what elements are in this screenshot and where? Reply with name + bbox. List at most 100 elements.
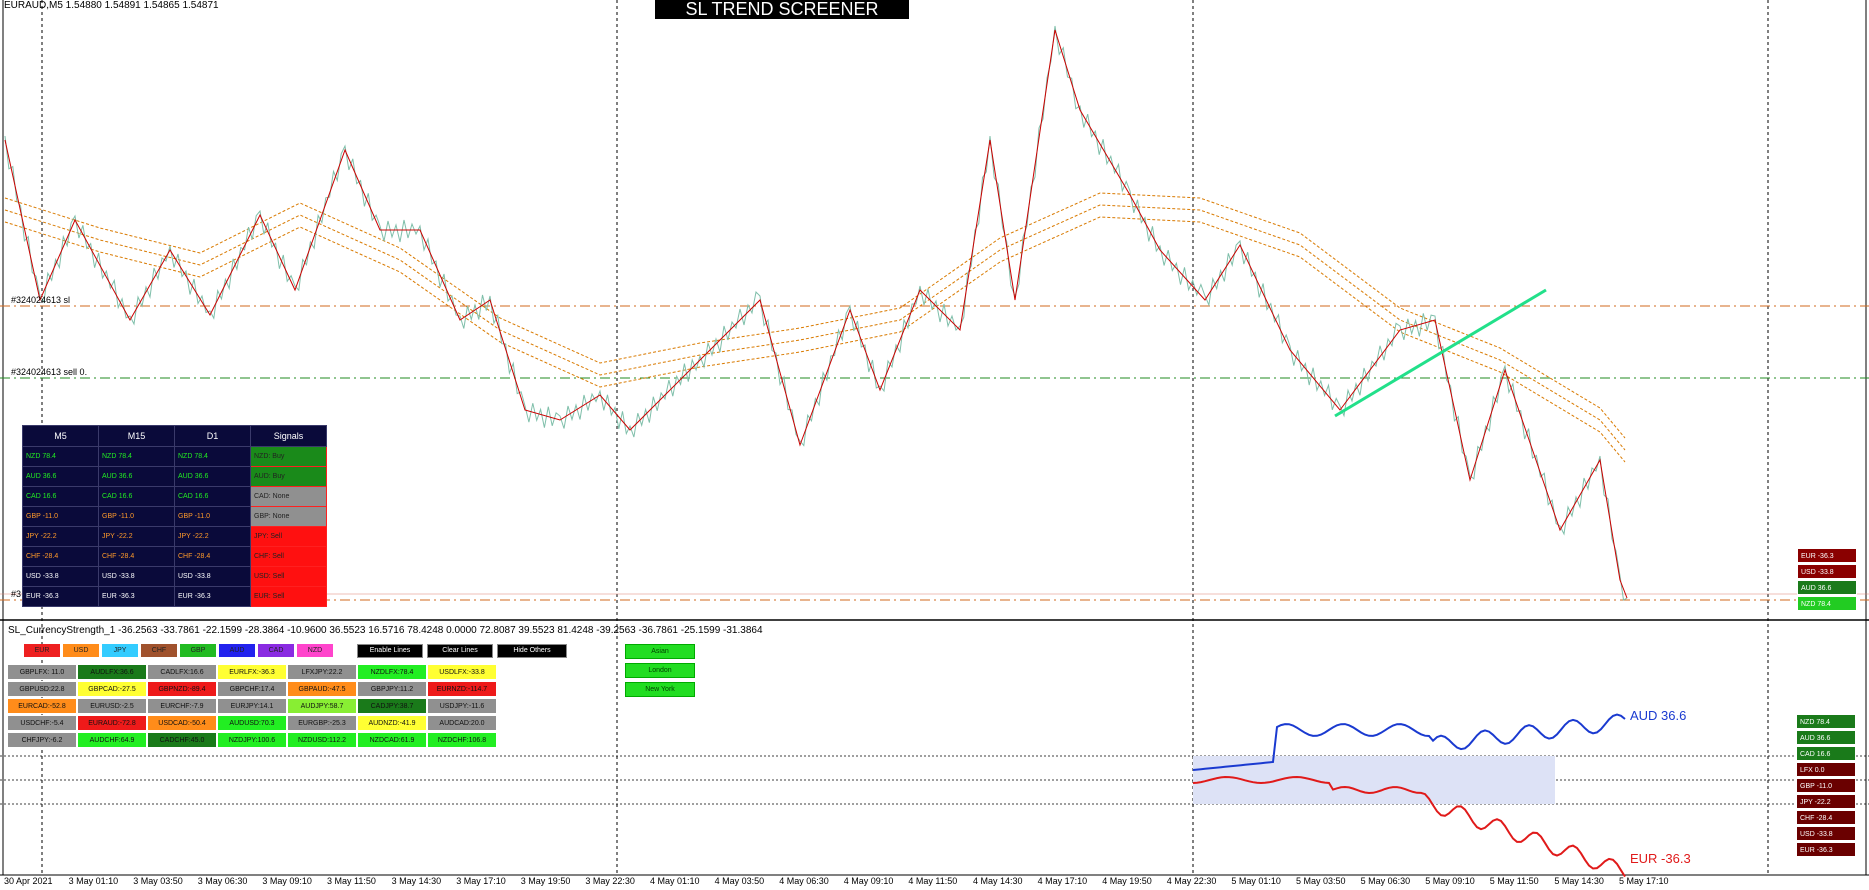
pair-cell: GBPNZD:-89.4 (147, 681, 217, 697)
pair-cell: GBPUSD:22.8 (7, 681, 77, 697)
currency-toggle-cad[interactable]: CAD (258, 644, 294, 657)
x-tick-label: 3 May 22:30 (585, 876, 635, 886)
strength-box: USD -33.8 (1797, 564, 1857, 579)
pair-cell: EURLFX:-36.3 (217, 664, 287, 680)
signal-cell-d1: EUR -36.3 (174, 586, 251, 607)
pair-cell: EURCHF:-7.9 (147, 698, 217, 714)
currency-toggle-jpy[interactable]: JPY (102, 644, 138, 657)
x-tick-label: 5 May 11:50 (1489, 876, 1539, 886)
x-tick-label: 5 May 14:30 (1554, 876, 1604, 886)
x-tick-label: 30 Apr 2021 (4, 876, 53, 886)
signal-cell-d1: AUD 36.6 (174, 466, 251, 487)
currency-toggle-aud[interactable]: AUD (219, 644, 255, 657)
signal-cell-m15: AUD 36.6 (98, 466, 175, 487)
signals-row: USD -33.8 USD -33.8 USD -33.8 USD: Sell (22, 566, 327, 587)
hide-others-button[interactable]: Hide Others (497, 644, 567, 658)
session-button-asian[interactable]: Asian (625, 644, 695, 659)
aud-line-label: AUD 36.6 (1630, 708, 1687, 723)
currency-toggle-nzd[interactable]: NZD (297, 644, 333, 657)
signal-cell-m5: GBP -11.0 (22, 506, 99, 527)
pair-cell: GBPLFX: 11.0 (7, 664, 77, 680)
strength-box: CHF -28.4 (1796, 810, 1856, 825)
signals-row: NZD 78.4 NZD 78.4 NZD 78.4 NZD: Buy (22, 446, 327, 467)
signals-row: EUR -36.3 EUR -36.3 EUR -36.3 EUR: Sell (22, 586, 327, 607)
pair-cell: EURGBP:-25.3 (287, 715, 357, 731)
signal-status: JPY: Sell (250, 526, 327, 547)
x-tick-label: 3 May 03:50 (133, 876, 183, 886)
strength-box: EUR -36.3 (1796, 842, 1856, 857)
strength-box: CAD 16.6 (1796, 746, 1856, 761)
x-tick-label: 5 May 01:10 (1231, 876, 1281, 886)
x-tick-label: 5 May 06:30 (1360, 876, 1411, 886)
signals-row: JPY -22.2 JPY -22.2 JPY -22.2 JPY: Sell (22, 526, 327, 547)
currency-toggle-eur[interactable]: EUR (24, 644, 60, 657)
signal-status: AUD: Buy (250, 466, 327, 487)
session-button-new-york[interactable]: New York (625, 682, 695, 697)
currency-toggle-chf[interactable]: CHF (141, 644, 177, 657)
x-tick-label: 3 May 11:50 (327, 876, 376, 886)
signals-row: CAD 16.6 CAD 16.6 CAD 16.6 CAD: None (22, 486, 327, 507)
signals-row: AUD 36.6 AUD 36.6 AUD 36.6 AUD: Buy (22, 466, 327, 487)
x-tick-label: 5 May 17:10 (1619, 876, 1669, 886)
pair-cell: EURCAD:-52.8 (7, 698, 77, 714)
pair-cell: AUDCAD:20.0 (427, 715, 497, 731)
currency-toggle-gbp[interactable]: GBP (180, 644, 216, 657)
signal-cell-d1: CHF -28.4 (174, 546, 251, 567)
indicator-label: SL_CurrencyStrength_1 -36.2563 -33.7861 … (8, 625, 763, 636)
pair-cell: EURJPY:14.1 (217, 698, 287, 714)
pair-cell: GBPJPY:11.2 (357, 681, 427, 697)
clear-lines-button[interactable]: Clear Lines (427, 644, 493, 658)
enable-lines-button[interactable]: Enable Lines (357, 644, 423, 658)
x-tick-label: 3 May 14:30 (391, 876, 442, 886)
signal-cell-d1: USD -33.8 (174, 566, 251, 587)
pair-cell: USDCHF:-5.4 (7, 715, 77, 731)
signal-cell-m15: NZD 78.4 (98, 446, 175, 467)
signal-cell-m15: JPY -22.2 (98, 526, 175, 547)
signal-status: CAD: None (250, 486, 327, 507)
pair-cell: NZDCAD:61.9 (357, 732, 427, 748)
signals-row: CHF -28.4 CHF -28.4 CHF -28.4 CHF: Sell (22, 546, 327, 567)
signal-cell-m5: USD -33.8 (22, 566, 99, 587)
strength-box: GBP -11.0 (1796, 778, 1856, 793)
pair-cell: NZDUSD:112.2 (287, 732, 357, 748)
strength-box: EUR -36.3 (1797, 548, 1857, 563)
strength-box: LFX 0.0 (1796, 762, 1856, 777)
eur-line-label: EUR -36.3 (1630, 851, 1691, 866)
signal-cell-m15: USD -33.8 (98, 566, 175, 587)
order-line-label[interactable]: #3 (11, 589, 21, 599)
signal-cell-m15: GBP -11.0 (98, 506, 175, 527)
signal-cell-m5: JPY -22.2 (22, 526, 99, 547)
pair-cell: CADLFX:16.6 (147, 664, 217, 680)
x-tick-label: 5 May 03:50 (1296, 876, 1346, 886)
x-tick-label: 4 May 09:10 (843, 876, 894, 886)
x-tick-label: 3 May 09:10 (262, 876, 312, 886)
sl-line-label[interactable]: #324024613 sl (11, 295, 70, 305)
strength-box: AUD 36.6 (1797, 580, 1857, 595)
pair-cell: USDCAD:-50.4 (147, 715, 217, 731)
signal-cell-d1: NZD 78.4 (174, 446, 251, 467)
signals-header: M5 (22, 425, 99, 447)
screener-title: SL TREND SCREENER (655, 0, 909, 19)
pair-cell: AUDLFX:36.6 (77, 664, 147, 680)
pair-cell: CADJPY:38.7 (357, 698, 427, 714)
x-tick-label: 4 May 06:30 (779, 876, 829, 886)
signal-cell-m5: CAD 16.6 (22, 486, 99, 507)
pair-cell: AUDJPY:58.7 (287, 698, 357, 714)
x-tick-label: 4 May 22:30 (1166, 876, 1217, 886)
pair-cell: AUDNZD:-41.9 (357, 715, 427, 731)
pair-cell: NZDCHF:106.8 (427, 732, 497, 748)
signal-cell-d1: GBP -11.0 (174, 506, 251, 527)
strength-box: NZD 78.4 (1797, 596, 1857, 611)
pair-cell: AUDUSD:70.3 (217, 715, 287, 731)
symbol-info: EURAUD,M5 1.54880 1.54891 1.54865 1.5487… (4, 0, 219, 11)
signal-cell-m5: NZD 78.4 (22, 446, 99, 467)
currency-toggle-usd[interactable]: USD (63, 644, 99, 657)
signal-status: NZD: Buy (250, 446, 327, 467)
strength-box: USD -33.8 (1796, 826, 1856, 841)
pair-cell: CHFJPY:-6.2 (7, 732, 77, 748)
sell-line-label[interactable]: #324024613 sell 0. (11, 367, 87, 377)
signal-cell-d1: JPY -22.2 (174, 526, 251, 547)
pair-cell: LFXJPY:22.2 (287, 664, 357, 680)
session-button-london[interactable]: London (625, 663, 695, 678)
signal-status: USD: Sell (250, 566, 327, 587)
